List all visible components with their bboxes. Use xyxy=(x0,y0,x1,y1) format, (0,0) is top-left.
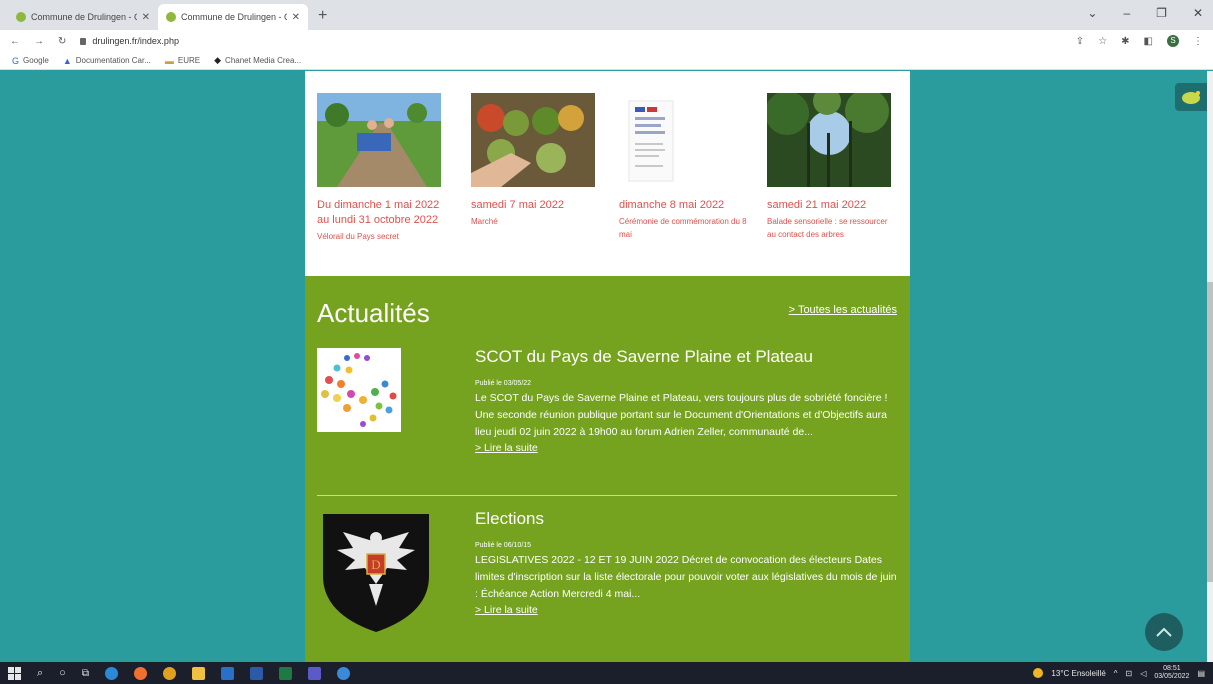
event-date[interactable]: dimanche 8 mai 2022 xyxy=(619,198,749,213)
event-name[interactable]: Vélorail du Pays secret xyxy=(317,230,447,243)
article-divider xyxy=(317,495,897,496)
market-photo[interactable] xyxy=(471,93,595,187)
bookmark-documentation[interactable]: ▲ Documentation Car... xyxy=(63,56,151,66)
news-heading: Actualités xyxy=(317,298,430,328)
drulingen-coat-of-arms-image[interactable]: D xyxy=(323,514,429,632)
address-bar-row: ← → ↻ drulingen.fr/index.php ⇪ ☆ ✱ ◧ S ⋮ xyxy=(0,30,1213,52)
back-to-top-button[interactable] xyxy=(1145,613,1183,651)
sun-weather-icon[interactable] xyxy=(1033,668,1044,678)
edge-icon[interactable] xyxy=(104,666,118,680)
notifications-icon[interactable]: ▤ xyxy=(1197,669,1205,678)
article-body: SCOT du Pays de Saverne Plaine et Platea… xyxy=(475,346,900,454)
event-card[interactable]: Du dimanche 1 mai 2022 au lundi 31 octob… xyxy=(317,93,447,243)
scot-colored-dots-image[interactable] xyxy=(317,348,401,432)
toolbar-actions: ⇪ ☆ ✱ ◧ S ⋮ xyxy=(1076,35,1203,47)
system-tray: 13°C Ensoleillé ^ ⊡ ◁ 08:51 03/05/2022 ▤ xyxy=(1033,662,1205,684)
new-tab-button[interactable]: + xyxy=(308,4,337,30)
excel-icon[interactable] xyxy=(278,666,292,680)
sidepanel-icon[interactable]: ◧ xyxy=(1144,36,1153,47)
event-date[interactable]: Du dimanche 1 mai 2022 au lundi 31 octob… xyxy=(317,198,447,228)
app-icon[interactable] xyxy=(336,666,350,680)
article-title[interactable]: Elections xyxy=(475,508,900,530)
close-tab-icon[interactable]: ✕ xyxy=(142,12,150,23)
bookmark-eure[interactable]: ▬ EURE xyxy=(165,56,200,66)
event-name[interactable]: Balade sensorielle : se ressourcer au co… xyxy=(767,215,897,241)
all-news-link[interactable]: > Toutes les actualités xyxy=(789,304,897,316)
browser-tab-active[interactable]: Commune de Drulingen - Comm ✕ xyxy=(158,4,308,30)
article-date: Publié le 03/05/22 xyxy=(475,380,532,387)
velorail-photo[interactable] xyxy=(317,93,441,187)
network-icon[interactable]: ⊡ xyxy=(1126,669,1133,678)
chevron-up-icon xyxy=(1156,627,1172,637)
bookmark-star-icon[interactable]: ☆ xyxy=(1098,36,1107,47)
share-icon[interactable]: ⇪ xyxy=(1076,36,1084,47)
bird-logo-icon xyxy=(1182,91,1200,104)
url-field[interactable]: drulingen.fr/index.php xyxy=(80,36,179,46)
forest-photo[interactable] xyxy=(765,87,891,187)
bookmark-google[interactable]: G Google xyxy=(12,56,49,66)
clock[interactable]: 08:51 03/05/2022 xyxy=(1154,665,1189,681)
read-more-link[interactable]: > Lire la suite xyxy=(475,604,900,616)
article-body: Elections Publié le 06/10/15 LEGISLATIVE… xyxy=(475,508,900,616)
article-excerpt: Le SCOT du Pays de Saverne Plaine et Pla… xyxy=(475,392,888,438)
volume-icon[interactable]: ◁ xyxy=(1140,669,1146,678)
event-date[interactable]: samedi 7 mai 2022 xyxy=(471,198,601,213)
news-section: Actualités > Toutes les actualités SCOT … xyxy=(305,276,910,662)
windows-taskbar: ⌕ ○ ⧉ 13°C Ensoleillé ^ ⊡ ◁ 08:51 03/05/… xyxy=(0,662,1213,684)
browser-tab[interactable]: Commune de Drulingen - Comm ✕ xyxy=(8,4,158,30)
firefox-icon[interactable] xyxy=(133,666,147,680)
restore-icon[interactable]: ❐ xyxy=(1156,6,1167,20)
article-date: Publié le 06/10/15 xyxy=(475,542,532,549)
event-name[interactable]: Marché xyxy=(471,215,601,228)
event-name[interactable]: Cérémonie de commémoration du 8 mai xyxy=(619,215,749,241)
site-favicon-icon xyxy=(166,12,176,22)
profile-avatar[interactable]: S xyxy=(1167,35,1179,47)
window-controls: ⌄ – ❐ ✕ xyxy=(1087,6,1203,20)
word-icon[interactable] xyxy=(249,666,263,680)
eure-icon: ▬ xyxy=(164,55,174,66)
article-title[interactable]: SCOT du Pays de Saverne Plaine et Platea… xyxy=(475,346,900,368)
event-card[interactable]: dimanche 8 mai 2022 Cérémonie de commémo… xyxy=(619,93,749,241)
close-window-icon[interactable]: ✕ xyxy=(1193,6,1203,20)
extensions-icon[interactable]: ✱ xyxy=(1121,36,1129,47)
agenda-events: Du dimanche 1 mai 2022 au lundi 31 octob… xyxy=(305,71,910,276)
documentation-icon: ▲ xyxy=(62,55,72,66)
site-favicon-icon xyxy=(16,12,26,22)
event-card[interactable]: samedi 7 mai 2022 Marché xyxy=(471,93,601,228)
scrollbar-thumb[interactable] xyxy=(1207,282,1213,582)
menu-kebab-icon[interactable]: ⋮ xyxy=(1193,36,1203,47)
outlook-icon[interactable] xyxy=(220,666,234,680)
url-text: drulingen.fr/index.php xyxy=(92,36,179,46)
article-excerpt: LEGISLATIVES 2022 - 12 ET 19 JUIN 2022 D… xyxy=(475,554,897,600)
side-chat-widget[interactable] xyxy=(1175,83,1207,111)
tab-search-icon[interactable]: ⌄ xyxy=(1087,6,1097,20)
tray-chevron-icon[interactable]: ^ xyxy=(1114,669,1118,678)
weather-text[interactable]: 13°C Ensoleillé xyxy=(1051,669,1105,678)
minimize-icon[interactable]: – xyxy=(1123,6,1130,20)
lock-icon xyxy=(80,37,87,45)
bookmarks-bar: G Google ▲ Documentation Car... ▬ EURE ◆ Cha… xyxy=(0,52,1213,70)
close-tab-icon[interactable]: ✕ xyxy=(292,12,300,23)
bookmark-chanet[interactable]: ◆ Chanet Media Crea... xyxy=(214,55,301,66)
event-date[interactable]: samedi 21 mai 2022 xyxy=(767,198,897,213)
tab-title: Commune de Drulingen - Comm xyxy=(181,12,287,22)
forward-icon[interactable]: → xyxy=(34,36,44,47)
event-card[interactable]: samedi 21 mai 2022 Balade sensorielle : … xyxy=(765,87,897,241)
google-icon: G xyxy=(12,55,20,66)
poster-document[interactable] xyxy=(619,93,743,187)
read-more-link[interactable]: > Lire la suite xyxy=(475,442,900,454)
teams-icon[interactable] xyxy=(307,666,321,680)
search-icon[interactable]: ⌕ xyxy=(37,667,43,680)
browser-tab-bar: Commune de Drulingen - Comm ✕ Commune de… xyxy=(0,0,1213,30)
reload-icon[interactable]: ↻ xyxy=(58,36,66,47)
task-view-icon[interactable]: ⧉ xyxy=(82,668,89,679)
cortana-icon[interactable]: ○ xyxy=(59,667,66,679)
chrome-icon[interactable] xyxy=(162,666,176,680)
chanet-icon: ◆ xyxy=(214,55,222,65)
tab-title: Commune de Drulingen - Comm xyxy=(31,12,137,22)
file-explorer-icon[interactable] xyxy=(191,666,205,680)
windows-start-icon[interactable] xyxy=(8,666,21,680)
svg-text:D: D xyxy=(371,557,380,572)
back-icon[interactable]: ← xyxy=(10,36,20,47)
